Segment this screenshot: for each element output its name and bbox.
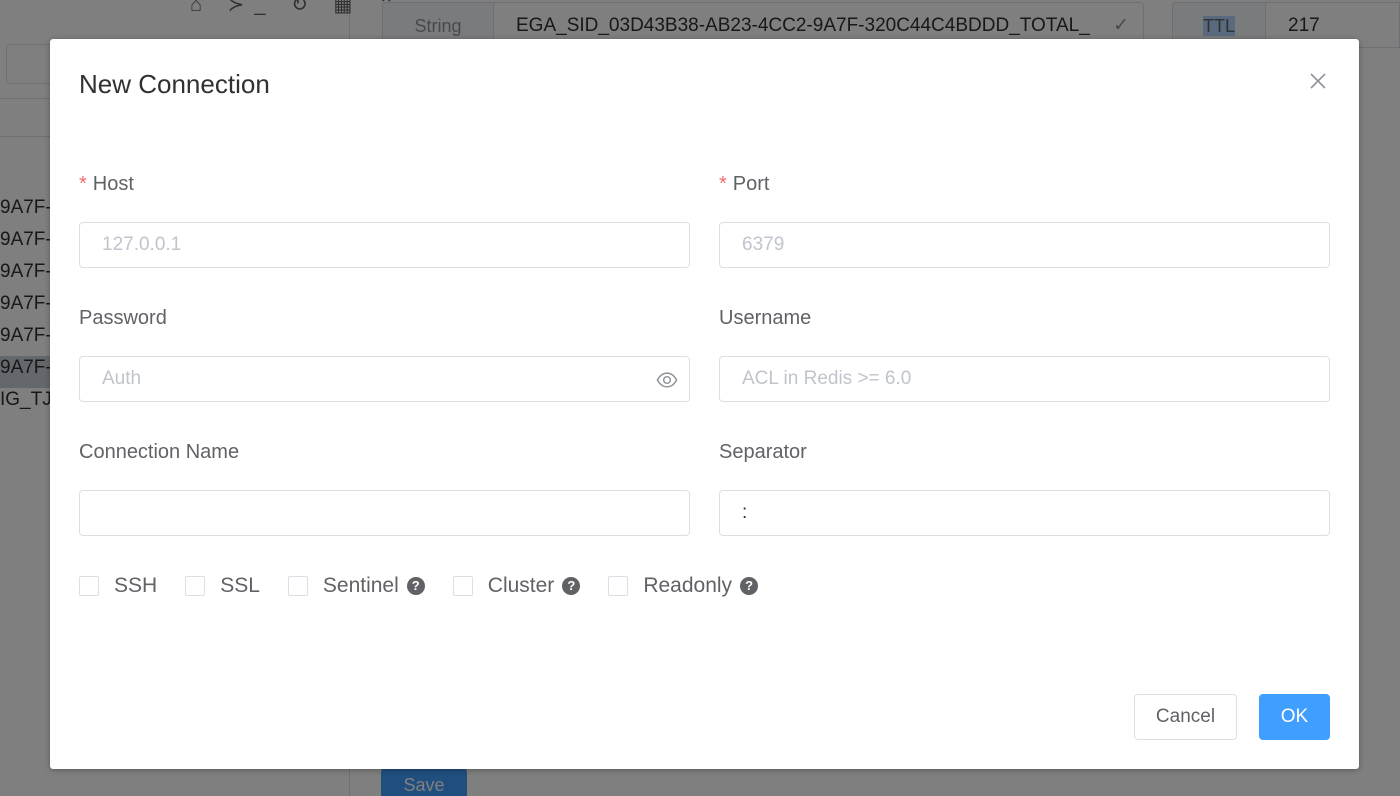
port-label: * Port <box>719 173 769 196</box>
cancel-button[interactable]: Cancel <box>1134 694 1237 740</box>
new-connection-dialog: New Connection *Host *Port Password User… <box>50 39 1359 769</box>
close-icon[interactable] <box>1308 71 1328 91</box>
help-icon[interactable]: ? <box>562 577 581 595</box>
password-label: Password <box>79 307 167 329</box>
ssl-checkbox[interactable] <box>185 576 206 596</box>
ssh-option[interactable]: SSH <box>79 574 157 598</box>
separator-label: Separator <box>719 441 807 463</box>
ssl-option[interactable]: SSL <box>185 574 260 598</box>
readonly-checkbox[interactable] <box>608 576 629 596</box>
connection-name-input[interactable] <box>79 490 690 536</box>
host-label-text: Host <box>92 173 134 195</box>
port-input[interactable] <box>719 222 1330 268</box>
username-label: Username <box>719 307 812 329</box>
dialog-title: New Connection <box>79 69 270 99</box>
host-label: * Host <box>79 173 134 196</box>
cluster-label: Cluster <box>487 574 555 597</box>
password-input[interactable] <box>79 356 690 402</box>
connection-name-label: Connection Name <box>79 441 240 463</box>
cluster-checkbox[interactable] <box>452 576 473 596</box>
ssh-label: SSH <box>114 574 158 597</box>
connection-options: SSH SSL Sentinel ? Cluster ? Readonly ? <box>79 574 786 598</box>
sentinel-option[interactable]: Sentinel ? <box>287 574 425 598</box>
ssl-label: SSL <box>220 574 260 597</box>
readonly-option[interactable]: Readonly ? <box>608 574 759 598</box>
port-label-text: Port <box>732 173 770 195</box>
help-icon[interactable]: ? <box>740 577 759 595</box>
sentinel-checkbox[interactable] <box>287 576 308 596</box>
separator-input[interactable] <box>719 490 1330 536</box>
help-icon[interactable]: ? <box>406 577 425 595</box>
required-mark: * <box>719 173 727 195</box>
readonly-label: Readonly <box>643 574 733 597</box>
sentinel-label: Sentinel <box>322 574 399 597</box>
host-input[interactable] <box>79 222 690 268</box>
required-mark: * <box>79 173 87 195</box>
cluster-option[interactable]: Cluster ? <box>452 574 581 598</box>
ssh-checkbox[interactable] <box>79 576 99 596</box>
ok-button[interactable]: OK <box>1259 694 1330 740</box>
username-input[interactable] <box>719 356 1330 402</box>
eye-icon[interactable] <box>656 369 678 391</box>
